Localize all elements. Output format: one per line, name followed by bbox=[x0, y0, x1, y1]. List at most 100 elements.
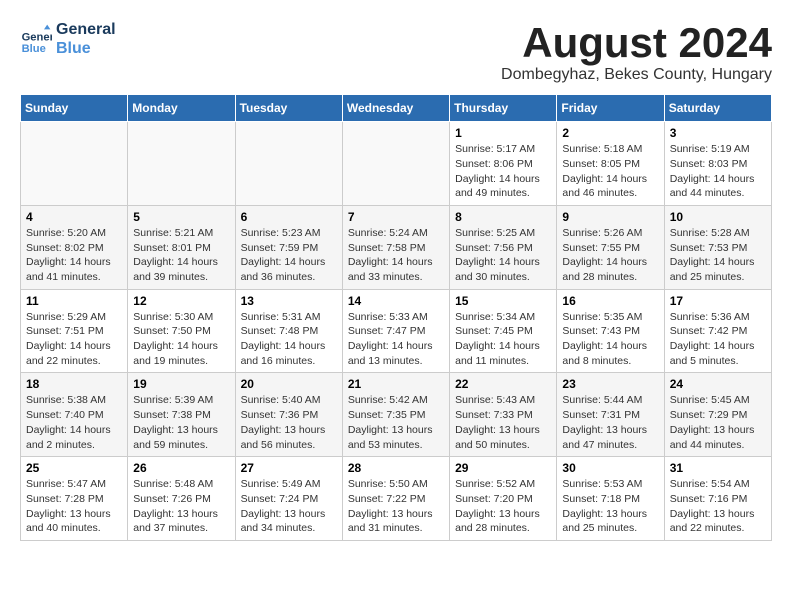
calendar-cell: 1 Sunrise: 5:17 AM Sunset: 8:06 PM Daylig… bbox=[450, 122, 557, 206]
day-info: Sunrise: 5:36 AM Sunset: 7:42 PM Dayligh… bbox=[670, 310, 766, 369]
calendar-cell: 22 Sunrise: 5:43 AM Sunset: 7:33 PM Dayli… bbox=[450, 373, 557, 457]
day-info: Sunrise: 5:30 AM Sunset: 7:50 PM Dayligh… bbox=[133, 310, 229, 369]
weekday-header-sunday: Sunday bbox=[21, 95, 128, 122]
day-number: 6 bbox=[241, 210, 337, 224]
day-number: 7 bbox=[348, 210, 444, 224]
day-number: 24 bbox=[670, 377, 766, 391]
calendar-cell: 4 Sunrise: 5:20 AM Sunset: 8:02 PM Daylig… bbox=[21, 205, 128, 289]
calendar-cell: 15 Sunrise: 5:34 AM Sunset: 7:45 PM Dayli… bbox=[450, 289, 557, 373]
day-number: 4 bbox=[26, 210, 122, 224]
day-number: 14 bbox=[348, 294, 444, 308]
day-number: 17 bbox=[670, 294, 766, 308]
calendar-cell: 30Sunrise: 5:53 AM Sunset: 7:18 PM Dayli… bbox=[557, 457, 664, 541]
calendar-cell bbox=[235, 122, 342, 206]
weekday-header-thursday: Thursday bbox=[450, 95, 557, 122]
day-number: 3 bbox=[670, 126, 766, 140]
calendar-cell: 6 Sunrise: 5:23 AM Sunset: 7:59 PM Daylig… bbox=[235, 205, 342, 289]
weekday-header-saturday: Saturday bbox=[664, 95, 771, 122]
day-info: Sunrise: 5:23 AM Sunset: 7:59 PM Dayligh… bbox=[241, 226, 337, 285]
day-number: 21 bbox=[348, 377, 444, 391]
day-number: 28 bbox=[348, 461, 444, 475]
day-number: 27 bbox=[241, 461, 337, 475]
day-info: Sunrise: 5:43 AM Sunset: 7:33 PM Dayligh… bbox=[455, 393, 551, 452]
svg-text:General: General bbox=[22, 32, 52, 44]
day-info: Sunrise: 5:20 AM Sunset: 8:02 PM Dayligh… bbox=[26, 226, 122, 285]
day-info: Sunrise: 5:17 AM Sunset: 8:06 PM Dayligh… bbox=[455, 142, 551, 201]
calendar-cell: 14Sunrise: 5:33 AM Sunset: 7:47 PM Dayli… bbox=[342, 289, 449, 373]
calendar-cell: 13 Sunrise: 5:31 AM Sunset: 7:48 PM Dayli… bbox=[235, 289, 342, 373]
calendar-cell: 12 Sunrise: 5:30 AM Sunset: 7:50 PM Dayli… bbox=[128, 289, 235, 373]
logo: General Blue General Blue bbox=[20, 20, 116, 58]
day-info: Sunrise: 5:25 AM Sunset: 7:56 PM Dayligh… bbox=[455, 226, 551, 285]
location-subtitle: Dombegyhaz, Bekes County, Hungary bbox=[501, 66, 772, 84]
calendar-cell: 16 Sunrise: 5:35 AM Sunset: 7:43 PM Dayli… bbox=[557, 289, 664, 373]
day-info: Sunrise: 5:54 AM Sunset: 7:16 PM Dayligh… bbox=[670, 477, 766, 536]
weekday-header-wednesday: Wednesday bbox=[342, 95, 449, 122]
weekday-header-friday: Friday bbox=[557, 95, 664, 122]
day-info: Sunrise: 5:31 AM Sunset: 7:48 PM Dayligh… bbox=[241, 310, 337, 369]
day-info: Sunrise: 5:44 AM Sunset: 7:31 PM Dayligh… bbox=[562, 393, 658, 452]
day-info: Sunrise: 5:39 AM Sunset: 7:38 PM Dayligh… bbox=[133, 393, 229, 452]
calendar-cell: 18Sunrise: 5:38 AM Sunset: 7:40 PM Dayli… bbox=[21, 373, 128, 457]
day-number: 13 bbox=[241, 294, 337, 308]
calendar-cell: 17 Sunrise: 5:36 AM Sunset: 7:42 PM Dayli… bbox=[664, 289, 771, 373]
day-number: 10 bbox=[670, 210, 766, 224]
title-block: August 2024 Dombegyhaz, Bekes County, Hu… bbox=[501, 20, 772, 84]
day-info: Sunrise: 5:40 AM Sunset: 7:36 PM Dayligh… bbox=[241, 393, 337, 452]
day-number: 19 bbox=[133, 377, 229, 391]
day-number: 12 bbox=[133, 294, 229, 308]
day-info: Sunrise: 5:48 AM Sunset: 7:26 PM Dayligh… bbox=[133, 477, 229, 536]
weekday-header-row: SundayMondayTuesdayWednesdayThursdayFrid… bbox=[21, 95, 772, 122]
page-header: General Blue General Blue August 2024 Do… bbox=[20, 20, 772, 84]
calendar-cell bbox=[342, 122, 449, 206]
day-number: 29 bbox=[455, 461, 551, 475]
calendar-cell bbox=[128, 122, 235, 206]
calendar-week-2: 4 Sunrise: 5:20 AM Sunset: 8:02 PM Daylig… bbox=[21, 205, 772, 289]
weekday-header-monday: Monday bbox=[128, 95, 235, 122]
calendar-cell: 20Sunrise: 5:40 AM Sunset: 7:36 PM Dayli… bbox=[235, 373, 342, 457]
calendar-cell: 19 Sunrise: 5:39 AM Sunset: 7:38 PM Dayli… bbox=[128, 373, 235, 457]
month-year-title: August 2024 bbox=[501, 20, 772, 66]
calendar-cell: 9Sunrise: 5:26 AM Sunset: 7:55 PM Daylig… bbox=[557, 205, 664, 289]
calendar-cell: 2Sunrise: 5:18 AM Sunset: 8:05 PM Daylig… bbox=[557, 122, 664, 206]
calendar-week-4: 18Sunrise: 5:38 AM Sunset: 7:40 PM Dayli… bbox=[21, 373, 772, 457]
calendar-cell: 11Sunrise: 5:29 AM Sunset: 7:51 PM Dayli… bbox=[21, 289, 128, 373]
day-info: Sunrise: 5:21 AM Sunset: 8:01 PM Dayligh… bbox=[133, 226, 229, 285]
day-number: 1 bbox=[455, 126, 551, 140]
day-info: Sunrise: 5:42 AM Sunset: 7:35 PM Dayligh… bbox=[348, 393, 444, 452]
calendar-table: SundayMondayTuesdayWednesdayThursdayFrid… bbox=[20, 94, 772, 541]
calendar-cell: 28 Sunrise: 5:50 AM Sunset: 7:22 PM Dayli… bbox=[342, 457, 449, 541]
day-number: 5 bbox=[133, 210, 229, 224]
day-number: 31 bbox=[670, 461, 766, 475]
calendar-week-5: 25Sunrise: 5:47 AM Sunset: 7:28 PM Dayli… bbox=[21, 457, 772, 541]
logo-blue: Blue bbox=[56, 39, 116, 58]
calendar-cell: 25Sunrise: 5:47 AM Sunset: 7:28 PM Dayli… bbox=[21, 457, 128, 541]
day-info: Sunrise: 5:38 AM Sunset: 7:40 PM Dayligh… bbox=[26, 393, 122, 452]
calendar-cell: 10 Sunrise: 5:28 AM Sunset: 7:53 PM Dayli… bbox=[664, 205, 771, 289]
day-info: Sunrise: 5:52 AM Sunset: 7:20 PM Dayligh… bbox=[455, 477, 551, 536]
day-number: 2 bbox=[562, 126, 658, 140]
day-info: Sunrise: 5:35 AM Sunset: 7:43 PM Dayligh… bbox=[562, 310, 658, 369]
calendar-cell: 7 Sunrise: 5:24 AM Sunset: 7:58 PM Daylig… bbox=[342, 205, 449, 289]
logo-icon: General Blue bbox=[20, 23, 52, 55]
calendar-cell: 27Sunrise: 5:49 AM Sunset: 7:24 PM Dayli… bbox=[235, 457, 342, 541]
day-number: 15 bbox=[455, 294, 551, 308]
calendar-cell: 23 Sunrise: 5:44 AM Sunset: 7:31 PM Dayli… bbox=[557, 373, 664, 457]
day-number: 16 bbox=[562, 294, 658, 308]
day-info: Sunrise: 5:24 AM Sunset: 7:58 PM Dayligh… bbox=[348, 226, 444, 285]
day-info: Sunrise: 5:53 AM Sunset: 7:18 PM Dayligh… bbox=[562, 477, 658, 536]
calendar-cell: 26 Sunrise: 5:48 AM Sunset: 7:26 PM Dayli… bbox=[128, 457, 235, 541]
calendar-cell: 5 Sunrise: 5:21 AM Sunset: 8:01 PM Daylig… bbox=[128, 205, 235, 289]
day-info: Sunrise: 5:34 AM Sunset: 7:45 PM Dayligh… bbox=[455, 310, 551, 369]
day-number: 23 bbox=[562, 377, 658, 391]
day-number: 11 bbox=[26, 294, 122, 308]
day-number: 22 bbox=[455, 377, 551, 391]
day-info: Sunrise: 5:50 AM Sunset: 7:22 PM Dayligh… bbox=[348, 477, 444, 536]
day-info: Sunrise: 5:47 AM Sunset: 7:28 PM Dayligh… bbox=[26, 477, 122, 536]
svg-text:Blue: Blue bbox=[22, 43, 46, 55]
day-info: Sunrise: 5:28 AM Sunset: 7:53 PM Dayligh… bbox=[670, 226, 766, 285]
day-number: 9 bbox=[562, 210, 658, 224]
day-number: 26 bbox=[133, 461, 229, 475]
calendar-cell: 29 Sunrise: 5:52 AM Sunset: 7:20 PM Dayli… bbox=[450, 457, 557, 541]
calendar-cell: 8Sunrise: 5:25 AM Sunset: 7:56 PM Daylig… bbox=[450, 205, 557, 289]
